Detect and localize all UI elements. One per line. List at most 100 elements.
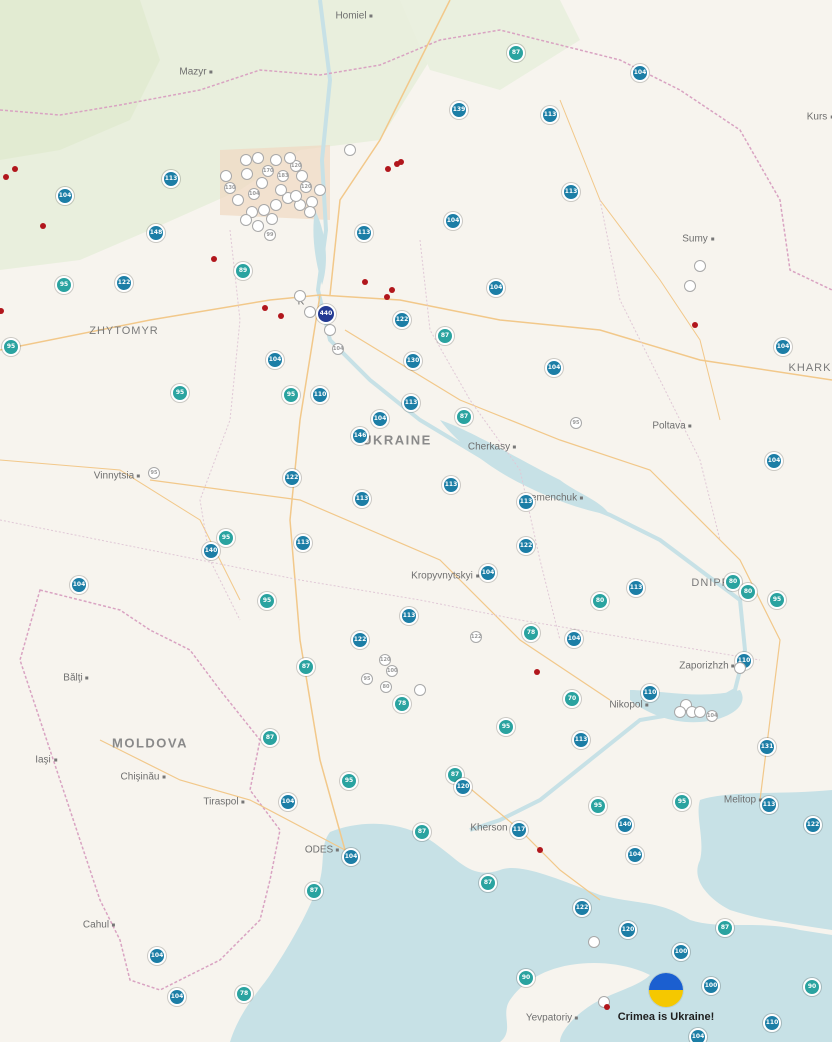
station-marker-inactive[interactable] (324, 324, 336, 336)
station-marker[interactable]: 104 (479, 564, 497, 582)
station-marker-inactive[interactable]: 95 (148, 467, 160, 479)
station-marker[interactable]: 140 (616, 816, 634, 834)
station-marker[interactable]: 87 (436, 327, 454, 345)
station-marker-inactive[interactable] (304, 206, 316, 218)
station-marker[interactable]: 117 (510, 821, 528, 839)
station-marker[interactable]: 80 (591, 592, 609, 610)
station-marker[interactable]: 95 (171, 384, 189, 402)
station-marker[interactable]: 104 (371, 410, 389, 428)
station-marker[interactable]: 95 (340, 772, 358, 790)
station-marker[interactable]: 95 (2, 338, 20, 356)
station-marker-inactive[interactable] (314, 184, 326, 196)
station-marker-inactive[interactable]: 80 (380, 681, 392, 693)
station-marker-inactive[interactable] (240, 214, 252, 226)
station-marker[interactable]: 113 (760, 796, 778, 814)
station-marker-inactive[interactable] (674, 706, 686, 718)
station-marker[interactable]: 113 (562, 183, 580, 201)
station-marker-inactive[interactable] (240, 154, 252, 166)
station-marker-inactive[interactable]: 170 (262, 165, 274, 177)
station-marker[interactable]: 87 (716, 919, 734, 937)
station-marker[interactable]: 87 (507, 44, 525, 62)
station-marker-inactive[interactable] (684, 280, 696, 292)
station-marker[interactable]: 104 (148, 947, 166, 965)
station-marker[interactable]: 104 (765, 452, 783, 470)
station-marker[interactable]: 139 (450, 101, 468, 119)
station-marker-inactive[interactable]: 100 (386, 665, 398, 677)
station-marker[interactable]: 104 (444, 212, 462, 230)
station-marker[interactable]: 122 (517, 537, 535, 555)
station-marker-inactive[interactable]: 120 (300, 181, 312, 193)
station-marker[interactable]: 113 (353, 490, 371, 508)
station-marker[interactable]: 148 (147, 224, 165, 242)
station-marker[interactable]: 78 (393, 695, 411, 713)
station-marker[interactable]: 90 (517, 969, 535, 987)
station-marker-inactive[interactable]: 99 (264, 229, 276, 241)
station-marker[interactable]: 104 (70, 576, 88, 594)
station-marker-inactive[interactable] (256, 177, 268, 189)
station-marker[interactable]: 113 (294, 534, 312, 552)
incident-dot[interactable] (40, 223, 46, 229)
incident-dot[interactable] (362, 279, 368, 285)
station-marker[interactable]: 100 (672, 943, 690, 961)
incident-dot[interactable] (12, 166, 18, 172)
station-marker[interactable]: 122 (393, 311, 411, 329)
incident-dot[interactable] (211, 256, 217, 262)
station-marker[interactable]: 90 (803, 978, 821, 996)
station-marker[interactable]: 140 (202, 542, 220, 560)
station-marker[interactable]: 131 (758, 738, 776, 756)
station-marker[interactable]: 95 (673, 793, 691, 811)
station-marker-inactive[interactable] (270, 199, 282, 211)
station-marker-inactive[interactable] (275, 184, 287, 196)
incident-dot[interactable] (692, 322, 698, 328)
station-marker[interactable]: 130 (404, 352, 422, 370)
incident-dot[interactable] (604, 1004, 610, 1010)
station-marker[interactable]: 122 (283, 469, 301, 487)
station-marker-inactive[interactable] (294, 290, 306, 302)
incident-dot[interactable] (384, 294, 390, 300)
station-marker-inactive[interactable]: 122 (470, 631, 482, 643)
station-marker-inactive[interactable] (414, 684, 426, 696)
incident-dot[interactable] (385, 166, 391, 172)
station-marker-inactive[interactable] (734, 662, 746, 674)
station-marker[interactable]: 95 (768, 591, 786, 609)
station-marker[interactable]: 122 (804, 816, 822, 834)
station-marker[interactable]: 89 (234, 262, 252, 280)
station-marker-inactive[interactable] (304, 306, 316, 318)
station-marker[interactable]: 104 (487, 279, 505, 297)
station-marker[interactable]: 104 (545, 359, 563, 377)
station-marker[interactable]: 95 (497, 718, 515, 736)
station-marker[interactable]: 87 (305, 882, 323, 900)
station-marker[interactable]: 95 (258, 592, 276, 610)
station-marker-inactive[interactable]: 104 (706, 710, 718, 722)
station-marker[interactable]: 104 (266, 351, 284, 369)
station-marker-inactive[interactable]: 95 (570, 417, 582, 429)
incident-dot[interactable] (278, 313, 284, 319)
incident-dot[interactable] (537, 847, 543, 853)
station-marker[interactable]: 95 (589, 797, 607, 815)
station-marker-inactive[interactable] (284, 152, 296, 164)
station-marker[interactable]: 104 (631, 64, 649, 82)
station-marker-inactive[interactable] (232, 194, 244, 206)
station-marker[interactable]: 110 (763, 1014, 781, 1032)
station-marker[interactable]: 104 (626, 846, 644, 864)
station-marker[interactable]: 120 (619, 921, 637, 939)
station-marker[interactable]: 78 (522, 624, 540, 642)
station-marker-inactive[interactable] (241, 168, 253, 180)
station-marker[interactable]: 104 (565, 630, 583, 648)
station-marker[interactable]: 87 (297, 658, 315, 676)
station-marker[interactable]: 104 (56, 187, 74, 205)
station-marker[interactable]: 120 (454, 778, 472, 796)
station-marker[interactable]: 104 (342, 848, 360, 866)
station-marker[interactable]: 113 (541, 106, 559, 124)
station-marker[interactable]: 104 (279, 793, 297, 811)
station-marker-inactive[interactable] (694, 706, 706, 718)
station-marker[interactable]: 122 (115, 274, 133, 292)
station-marker[interactable]: 70 (563, 690, 581, 708)
station-marker[interactable]: 113 (400, 607, 418, 625)
incident-dot[interactable] (3, 174, 9, 180)
station-marker-inactive[interactable] (344, 144, 356, 156)
station-marker[interactable]: 95 (55, 276, 73, 294)
station-marker[interactable]: 87 (413, 823, 431, 841)
station-marker[interactable]: 113 (627, 579, 645, 597)
station-marker[interactable]: 146 (351, 427, 369, 445)
